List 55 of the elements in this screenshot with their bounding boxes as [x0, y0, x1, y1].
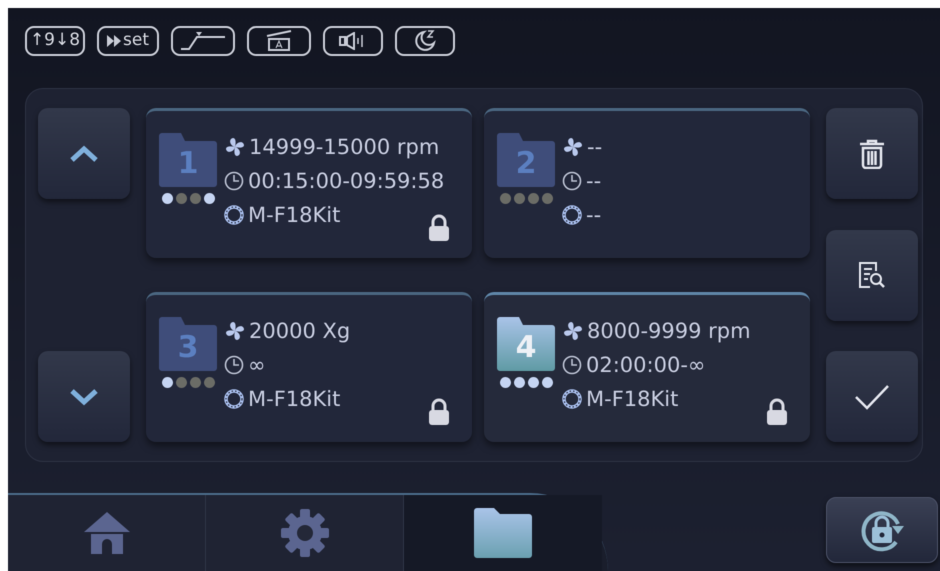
program-number: 1 — [178, 146, 198, 182]
program-card[interactable]: 4 8000-9999 rpm 02:00:00-∞ M-F18Kit — [484, 292, 810, 442]
program-card[interactable]: 3 20000 Xg ∞ M-F18Kit — [146, 292, 472, 442]
rotor-value: M-F18Kit — [586, 386, 678, 413]
program-number: 3 — [178, 330, 198, 366]
fan-icon — [224, 320, 246, 342]
time-value: 02:00:00-∞ — [586, 352, 706, 379]
rotor-value: M-F18Kit — [248, 202, 340, 229]
status-badge: ↑9↓8 — [25, 26, 85, 56]
time-value: -- — [586, 168, 602, 195]
document-search-icon — [858, 261, 886, 289]
speed-value: 14999-15000 rpm — [249, 134, 440, 161]
rotor-value: -- — [586, 202, 602, 229]
speed-value: -- — [587, 134, 602, 161]
delete-button[interactable] — [826, 108, 918, 199]
chevron-up-icon — [69, 144, 99, 162]
trash-icon — [859, 138, 885, 168]
rotor-icon — [224, 389, 244, 409]
rotor-icon — [562, 205, 582, 225]
lock-program-button[interactable] — [826, 497, 938, 563]
program-number: 4 — [516, 330, 536, 366]
preview-button[interactable] — [826, 230, 918, 320]
folder-icon — [474, 508, 532, 558]
scroll-up-button[interactable] — [38, 108, 130, 199]
rotor-value: M-F18Kit — [248, 386, 340, 413]
folder-icon — [159, 317, 217, 371]
time-value: ∞ — [248, 352, 266, 379]
clock-icon — [562, 355, 582, 375]
time-value: 00:15:00-09:59:58 — [248, 168, 444, 195]
folder-icon — [497, 133, 555, 187]
set-label: set — [123, 29, 149, 52]
folder-icon — [159, 133, 217, 187]
gear-icon — [278, 507, 330, 559]
scroll-down-button[interactable] — [38, 351, 130, 442]
ramp-curve-icon — [179, 31, 227, 51]
fast-forward-icon — [107, 35, 121, 47]
home-icon — [82, 510, 132, 556]
folder-icon — [497, 317, 555, 371]
fan-icon — [562, 136, 584, 158]
checkmark-icon — [854, 384, 890, 410]
fan-icon — [562, 320, 584, 342]
clock-icon — [224, 355, 244, 375]
clock-icon — [224, 171, 244, 191]
nav-tab[interactable] — [404, 495, 602, 571]
program-card[interactable]: 1 14999-15000 rpm 00:15:00-09:59:58 M-F18Kit — [146, 108, 472, 258]
rotor-icon — [562, 389, 582, 409]
speed-value: 20000 Xg — [249, 318, 350, 345]
open-lid-icon — [264, 30, 294, 52]
program-number: 2 — [516, 146, 536, 182]
program-card[interactable]: 2 -- -- -- — [484, 108, 810, 258]
rotor-icon — [224, 205, 244, 225]
chevron-down-icon — [69, 388, 99, 406]
clock-icon — [562, 171, 582, 191]
speed-value: 8000-9999 rpm — [587, 318, 751, 345]
fan-icon — [224, 136, 246, 158]
